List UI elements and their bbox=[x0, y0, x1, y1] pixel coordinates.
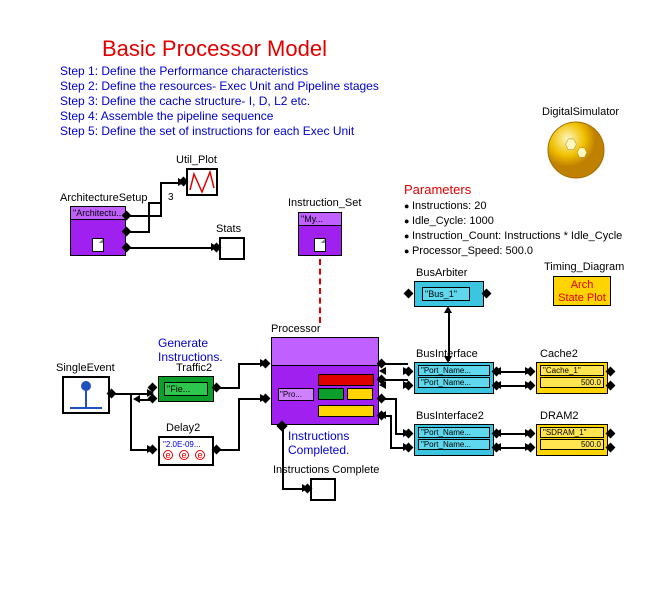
proc-yellow-bar2 bbox=[318, 405, 374, 417]
bus-interface2-line2: "Port_Name... bbox=[418, 439, 490, 450]
wire-dashed bbox=[319, 259, 321, 323]
timing-diagram-line1: Arch bbox=[571, 279, 594, 291]
bus-interface-block[interactable]: "Port_Name... "Port_Name... bbox=[414, 362, 494, 394]
arch-setup-label: ArchitectureSetup bbox=[60, 192, 147, 204]
cache2-line1: "Cache_1" bbox=[540, 365, 604, 376]
instruction-set-label: Instruction_Set bbox=[288, 197, 361, 209]
step-4: Step 4: Assemble the pipeline sequence bbox=[60, 109, 273, 123]
instr-complete-label: Instructions Complete bbox=[273, 464, 379, 476]
instr-completed-header1: Instructions bbox=[288, 429, 349, 443]
step-5: Step 5: Define the set of instructions f… bbox=[60, 124, 354, 138]
dram2-line2: 500.0 bbox=[540, 439, 604, 450]
timing-diagram-line2: State Plot bbox=[558, 292, 606, 304]
dram2-label: DRAM2 bbox=[540, 410, 579, 422]
port-count: 3 bbox=[168, 192, 174, 203]
digital-simulator-label: DigitalSimulator bbox=[542, 106, 619, 118]
param-1: Instructions: 20 bbox=[404, 200, 487, 212]
timing-diagram-label: Timing_Diagram bbox=[544, 261, 624, 273]
delay2-label: Delay2 bbox=[166, 422, 200, 434]
timing-diagram-block[interactable]: Arch State Plot bbox=[553, 276, 611, 306]
port-icon bbox=[404, 289, 414, 299]
delay-e-icon: e bbox=[163, 450, 173, 460]
proc-red-bar bbox=[318, 374, 374, 386]
cache2-label: Cache2 bbox=[540, 348, 578, 360]
util-plot-block[interactable] bbox=[186, 168, 218, 196]
traffic2-label: Traffic2 bbox=[176, 362, 212, 374]
instr-completed-header2: Completed. bbox=[288, 443, 349, 457]
generate-header1: Generate bbox=[158, 336, 208, 350]
util-plot-label: Util_Plot bbox=[176, 154, 217, 166]
instr-complete-block[interactable] bbox=[310, 478, 336, 501]
param-4: Processor_Speed: 500.0 bbox=[404, 245, 533, 257]
step-2: Step 2: Define the resources- Exec Unit … bbox=[60, 79, 379, 93]
param-3: Instruction_Count: Instructions * Idle_C… bbox=[404, 230, 622, 242]
cache2-block[interactable]: "Cache_1" 500.0 bbox=[536, 362, 608, 394]
title: Basic Processor Model bbox=[102, 36, 327, 62]
processor-block[interactable]: "Pro... bbox=[271, 337, 379, 425]
processor-inner-title bbox=[272, 338, 378, 366]
bus-interface2-block[interactable]: "Port_Name... "Port_Name... bbox=[414, 424, 494, 456]
bus-interface-line1: "Port_Name... bbox=[418, 365, 490, 376]
bus-interface2-line1: "Port_Name... bbox=[418, 427, 490, 438]
instruction-set-inner: "My... bbox=[299, 213, 341, 226]
proc-green-bar bbox=[318, 388, 344, 400]
bus-arbiter-inner: "Bus_1" bbox=[422, 287, 470, 301]
delay-e-icon: e bbox=[195, 450, 205, 460]
delay2-block[interactable]: "2.0E-09... e e e bbox=[158, 436, 214, 466]
cache2-line2: 500.0 bbox=[540, 377, 604, 388]
document-icon bbox=[314, 238, 326, 252]
arch-setup-inner: "Architectu... bbox=[71, 207, 125, 220]
processor-inner: "Pro... bbox=[278, 388, 314, 401]
instruction-set-block[interactable]: "My... bbox=[298, 212, 342, 256]
dram2-block[interactable]: "SDRAM_1" 500.0 bbox=[536, 424, 608, 456]
traffic2-block[interactable]: "Fie... bbox=[158, 376, 214, 402]
param-2: Idle_Cycle: 1000 bbox=[404, 215, 494, 227]
arch-setup-block[interactable]: "Architectu... bbox=[70, 206, 126, 256]
bus-interface2-label: BusInterface2 bbox=[416, 410, 484, 422]
delay2-inner: "2.0E-09... bbox=[163, 440, 209, 449]
dram2-line1: "SDRAM_1" bbox=[540, 427, 604, 438]
bus-arbiter-block[interactable]: "Bus_1" bbox=[414, 281, 484, 307]
delay-e-icon: e bbox=[179, 450, 189, 460]
single-event-label: SingleEvent bbox=[56, 362, 115, 374]
stats-label: Stats bbox=[216, 223, 241, 235]
single-event-block[interactable] bbox=[62, 376, 110, 414]
step-3: Step 3: Define the cache structure- I, D… bbox=[60, 94, 310, 108]
bus-arbiter-label: BusArbiter bbox=[416, 267, 467, 279]
document-icon bbox=[92, 238, 104, 252]
digital-simulator-icon bbox=[546, 120, 606, 183]
parameters-header: Parameters bbox=[404, 182, 471, 197]
stats-block[interactable] bbox=[219, 237, 245, 260]
step-1: Step 1: Define the Performance character… bbox=[60, 64, 308, 78]
proc-yellow-bar bbox=[347, 388, 373, 400]
traffic2-inner: "Fie... bbox=[164, 382, 208, 396]
processor-label: Processor bbox=[271, 323, 321, 335]
bus-interface-line2: "Port_Name... bbox=[418, 377, 490, 388]
